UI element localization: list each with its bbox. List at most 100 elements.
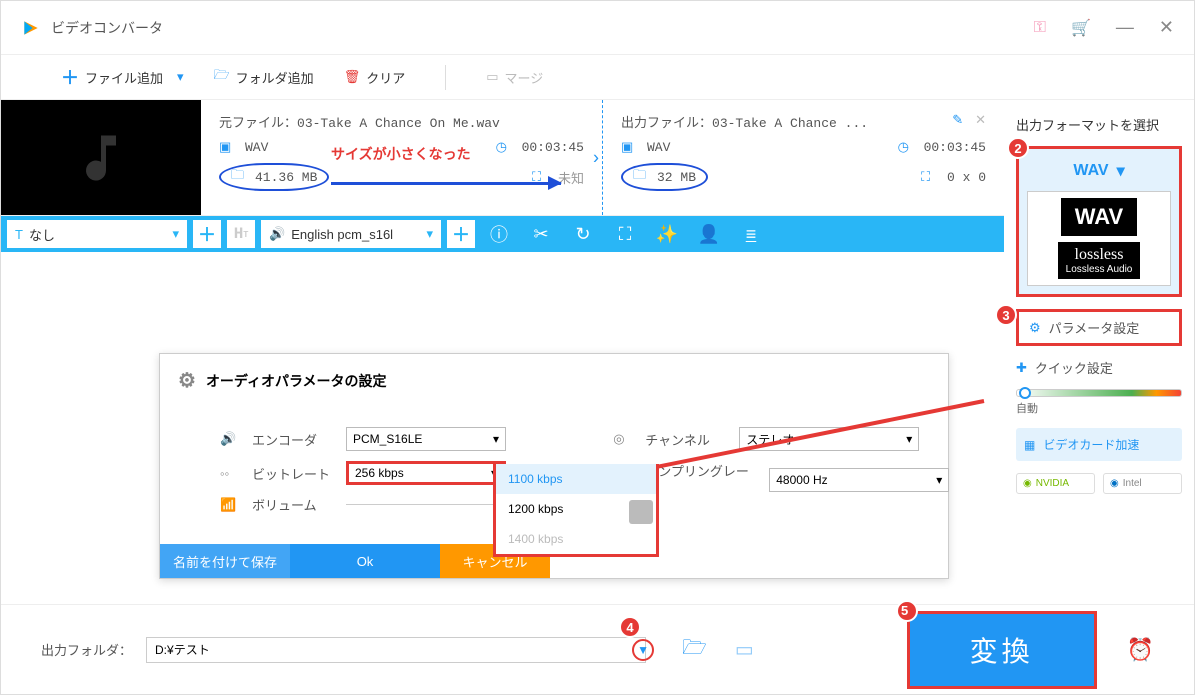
close-window-button[interactable]: ✕ bbox=[1159, 17, 1174, 38]
trash-icon: 🗑 bbox=[344, 69, 361, 85]
folder-icon: 🗀 bbox=[633, 166, 651, 188]
annotation-badge-2: 2 bbox=[1007, 137, 1029, 159]
dimension-icon: ⛶ bbox=[921, 169, 939, 185]
output-folder-label: 出力フォルダ： bbox=[41, 640, 132, 659]
speaker-icon: 🔊 bbox=[269, 226, 285, 242]
volume-icon: 📶 bbox=[220, 497, 238, 513]
intel-icon: ◉ bbox=[1110, 478, 1119, 489]
crop-button[interactable]: ⛶ bbox=[607, 224, 643, 245]
clock-icon: ◷ bbox=[496, 139, 514, 155]
edit-filename-button[interactable]: ✎ bbox=[952, 112, 963, 128]
subtitle-edit-button[interactable]: ≡ bbox=[733, 224, 769, 245]
hw-accel-button[interactable]: ▦ビデオカード加速 bbox=[1016, 428, 1182, 461]
rotate-button[interactable]: ↻ bbox=[565, 224, 601, 245]
titlebar: ビデオコンバータ ⚿ 🛒 ― ✕ bbox=[1, 1, 1194, 55]
samplerate-label: サンプリングレート bbox=[645, 461, 755, 499]
bitrate-select[interactable]: 256 kbps▾ bbox=[346, 461, 506, 485]
source-format: WAV bbox=[245, 140, 268, 155]
bitrate-option[interactable]: 1100 kbps bbox=[496, 464, 656, 494]
intel-toggle[interactable]: ◉Intel bbox=[1103, 473, 1182, 494]
subtitle-style-button[interactable]: HT bbox=[227, 220, 255, 248]
output-filename: 03-Take A Chance ... bbox=[712, 116, 868, 131]
annotation-badge-5: 5 bbox=[896, 600, 918, 622]
info-button[interactable]: ⓘ bbox=[481, 221, 517, 247]
output-format: WAV bbox=[647, 140, 670, 155]
gear-icon: ⚙ bbox=[178, 368, 196, 393]
add-subtitle-button[interactable]: ＋ bbox=[193, 220, 221, 248]
dialog-title: オーディオパラメータの設定 bbox=[206, 371, 387, 391]
file-actionbar: Tなし▾ ＋ HT 🔊English pcm_s16l▾ ＋ ⓘ ✂ ↻ ⛶ ✨… bbox=[1, 216, 1004, 252]
annotation-arrow bbox=[331, 182, 561, 185]
add-folder-button[interactable]: 🗁フォルダ追加 bbox=[214, 66, 314, 88]
ok-button[interactable]: Ok bbox=[290, 544, 440, 578]
merge-icon: ▭ bbox=[486, 69, 498, 85]
watermark-button[interactable]: 👤 bbox=[691, 224, 727, 245]
channel-icon: ◎ bbox=[613, 431, 631, 447]
subtitle-select[interactable]: Tなし▾ bbox=[7, 220, 187, 248]
add-file-button[interactable]: ＋ファイル追加▾ bbox=[61, 64, 184, 90]
lossless-logo: losslessLossless Audio bbox=[1058, 242, 1141, 279]
source-size: 41.36 MB bbox=[255, 170, 317, 185]
format-icon: ▣ bbox=[621, 139, 639, 155]
key-icon[interactable]: ⚿ bbox=[1034, 19, 1046, 37]
file-item: 元ファイル：03-Take A Chance On Me.wav ▣WAV ◷0… bbox=[1, 100, 1004, 216]
output-format-selector[interactable]: 2 WAV▾ WAV losslessLossless Audio bbox=[1016, 146, 1182, 297]
snapshot-button[interactable]: ▭ bbox=[735, 637, 754, 662]
channel-select[interactable]: ステレオ▾ bbox=[739, 427, 919, 451]
speaker-icon: 🔊 bbox=[220, 431, 238, 447]
format-icon: ▣ bbox=[219, 139, 237, 155]
output-folder-input[interactable] bbox=[146, 637, 646, 663]
app-logo bbox=[21, 18, 41, 38]
annotation-circle-4: ▼ bbox=[632, 639, 654, 661]
channel-label: チャンネル bbox=[645, 430, 725, 449]
app-title: ビデオコンバータ bbox=[51, 18, 163, 38]
cut-button[interactable]: ✂ bbox=[523, 224, 559, 245]
format-name: WAV bbox=[1073, 162, 1108, 180]
remove-file-button[interactable]: ✕ bbox=[975, 112, 986, 128]
bitrate-icon: ◦◦ bbox=[220, 466, 238, 481]
open-folder-button[interactable]: 🗁 bbox=[682, 633, 707, 667]
nvidia-toggle[interactable]: ◉NVIDIA bbox=[1016, 473, 1095, 494]
sliders-icon: ⚙ bbox=[1029, 320, 1041, 336]
merge-button[interactable]: ▭マージ bbox=[486, 68, 543, 87]
format-preview-card: WAV losslessLossless Audio bbox=[1027, 191, 1171, 286]
encoder-select[interactable]: PCM_S16LE▾ bbox=[346, 427, 506, 451]
output-format-title: 出力フォーマットを選択 bbox=[1016, 115, 1182, 134]
annotation-badge-4: 4 bbox=[619, 616, 641, 638]
clear-button[interactable]: 🗑クリア bbox=[344, 68, 406, 87]
annotation-badge-3: 3 bbox=[995, 304, 1017, 326]
audio-track-select[interactable]: 🔊English pcm_s16l▾ bbox=[261, 220, 441, 248]
caret-down-icon: ▾ bbox=[1117, 161, 1125, 181]
clock-icon: ◷ bbox=[898, 139, 916, 155]
chip-icon: ▦ bbox=[1024, 438, 1035, 452]
output-size: 32 MB bbox=[657, 170, 696, 185]
bitrate-option[interactable]: 1400 kbps bbox=[496, 524, 656, 554]
output-file-panel: › 出力ファイル：03-Take A Chance ... ✕ ✎ ▣WAV ◷… bbox=[602, 100, 1004, 215]
quick-settings-button[interactable]: ✚クイック設定 bbox=[1016, 358, 1182, 377]
source-filename: 03-Take A Chance On Me.wav bbox=[297, 116, 500, 131]
output-dimension: 0 x 0 bbox=[947, 170, 986, 185]
right-sidebar: 出力フォーマットを選択 2 WAV ▾ WAV losslessLossless … bbox=[1004, 100, 1194, 590]
file-thumbnail[interactable] bbox=[1, 100, 201, 215]
samplerate-select[interactable]: 48000 Hz▾ bbox=[769, 468, 949, 492]
convert-button[interactable]: 5 変換 bbox=[907, 611, 1097, 689]
folder-plus-icon: 🗁 bbox=[214, 66, 230, 88]
source-duration: 00:03:45 bbox=[522, 140, 584, 155]
chevron-right-icon: › bbox=[593, 147, 599, 168]
folder-icon: 🗀 bbox=[231, 166, 249, 188]
add-audio-button[interactable]: ＋ bbox=[447, 220, 475, 248]
parameter-settings-button[interactable]: 3 ⚙パラメータ設定 bbox=[1016, 309, 1182, 346]
shutdown-timer-button[interactable]: ⏰ bbox=[1127, 637, 1154, 663]
save-as-button[interactable]: 名前を付けて保存 bbox=[160, 544, 290, 578]
nvidia-icon: ◉ bbox=[1023, 478, 1032, 489]
plus-icon: ✚ bbox=[1016, 360, 1027, 376]
toolbar-divider bbox=[445, 65, 446, 90]
quality-slider[interactable]: 自動 bbox=[1016, 389, 1182, 416]
caret-down-icon[interactable]: ▼ bbox=[637, 643, 649, 657]
subtitle-icon: T bbox=[15, 227, 23, 242]
output-duration: 00:03:45 bbox=[924, 140, 986, 155]
minimize-button[interactable]: ― bbox=[1116, 17, 1134, 38]
scrollbar-thumb[interactable] bbox=[629, 500, 653, 524]
effects-button[interactable]: ✨ bbox=[649, 224, 685, 245]
cart-icon[interactable]: 🛒 bbox=[1071, 18, 1091, 38]
